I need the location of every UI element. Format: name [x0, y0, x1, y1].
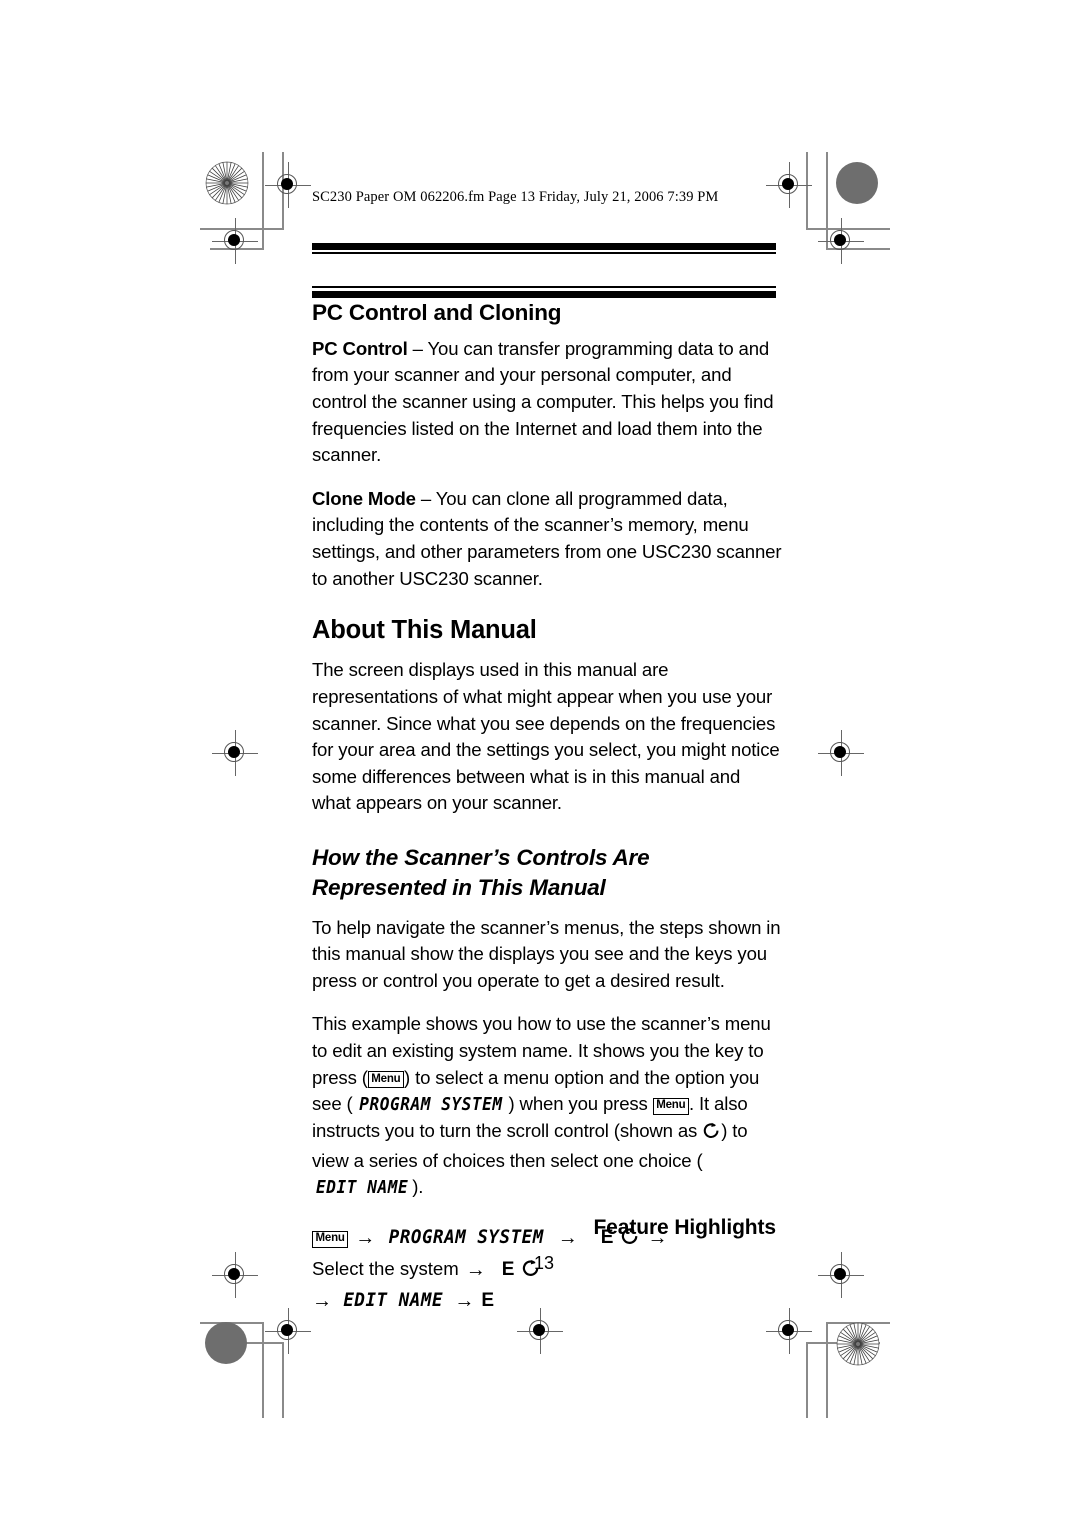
footer-section-title: Feature Highlights — [593, 1216, 776, 1239]
density-patch-bottom-left — [205, 1322, 247, 1364]
lcd-display-edit-name: EDIT NAME — [343, 1288, 444, 1311]
registration-mark-middle-right — [818, 730, 864, 776]
paragraph-pc-control: PC Control – You can transfer programmin… — [312, 336, 782, 469]
lead-pc-control: PC Control — [312, 337, 408, 359]
lcd-display-program-system: PROGRAM SYSTEM — [358, 1095, 503, 1116]
arrow-right-icon: → — [454, 1289, 475, 1312]
e-key-label: E — [481, 1289, 495, 1311]
registration-mark-top-left — [265, 162, 311, 208]
density-patch-top-right — [836, 162, 878, 204]
step-line-3: → EDIT NAME → E — [312, 1286, 782, 1316]
menu-key-icon: Menu — [652, 1097, 689, 1115]
registration-mark-top-right — [766, 162, 812, 208]
starburst-target-bottom-right — [836, 1322, 880, 1366]
paragraph-clone-mode: Clone Mode – You can clone all programme… — [312, 486, 782, 592]
page-number: 13 — [533, 1253, 555, 1273]
heading-how-controls-represented: How the Scanner’s Controls Are Represent… — [312, 843, 782, 903]
file-header-stamp: SC230 Paper OM 062206.fm Page 13 Friday,… — [312, 189, 719, 205]
heading-line-2: Represented in This Manual — [312, 874, 606, 900]
paragraph-navigate-menus: To help navigate the scanner’s menus, th… — [312, 916, 781, 991]
example-part-3: ) when you press — [508, 1093, 653, 1115]
rule-upper-thick — [312, 243, 776, 250]
rule-upper — [312, 243, 776, 254]
crop-line-bottom-left-v — [262, 1322, 264, 1418]
registration-mark-bottom-left — [265, 1308, 311, 1354]
crop-line-bottom-right-v — [826, 1322, 828, 1418]
registration-mark-upper-right — [818, 218, 864, 264]
menu-key-icon: Menu — [367, 1071, 405, 1089]
lcd-display-edit-name: EDIT NAME — [316, 1178, 409, 1199]
example-part-6: ). — [412, 1176, 424, 1198]
arrow-right-icon: → — [312, 1289, 332, 1312]
rule-upper-thin — [312, 252, 776, 254]
registration-mark-upper-left — [212, 218, 258, 264]
paragraph-example: This example shows you how to use the sc… — [312, 1011, 782, 1201]
paragraph-about-this-manual: The screen displays used in this manual … — [312, 659, 780, 814]
rule-lower — [312, 286, 776, 298]
registration-mark-lower-left — [212, 1252, 258, 1298]
registration-mark-lower-right — [818, 1252, 864, 1298]
heading-pc-control-and-cloning: PC Control and Cloning — [312, 300, 562, 325]
scroll-control-icon — [702, 1121, 721, 1148]
crop-line-top-left-v — [262, 152, 264, 250]
starburst-target-top-left — [205, 161, 249, 205]
rule-lower-thick — [312, 291, 776, 298]
page-content: PC Control and Cloning PC Control – You … — [312, 300, 782, 1316]
heading-line-1: How the Scanner’s Controls Are — [312, 844, 650, 870]
lead-clone-mode: Clone Mode — [312, 487, 416, 509]
registration-mark-middle-left — [212, 730, 258, 776]
heading-about-this-manual: About This Manual — [312, 616, 537, 645]
